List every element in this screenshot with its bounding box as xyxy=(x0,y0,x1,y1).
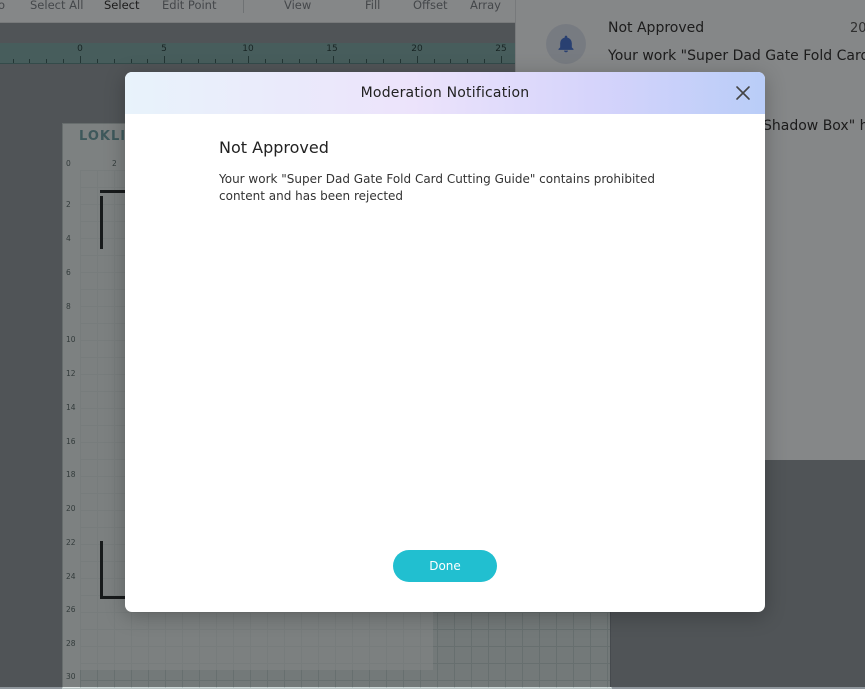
done-button[interactable]: Done xyxy=(393,550,497,582)
dialog-title: Moderation Notification xyxy=(360,85,530,101)
close-button[interactable] xyxy=(733,83,753,103)
dialog-message: Your work "Super Dad Gate Fold Card Cutt… xyxy=(219,172,655,203)
moderation-dialog: Moderation Notification Not Approved You… xyxy=(125,72,765,612)
close-icon xyxy=(736,86,750,100)
dialog-heading: Not Approved xyxy=(219,138,329,157)
